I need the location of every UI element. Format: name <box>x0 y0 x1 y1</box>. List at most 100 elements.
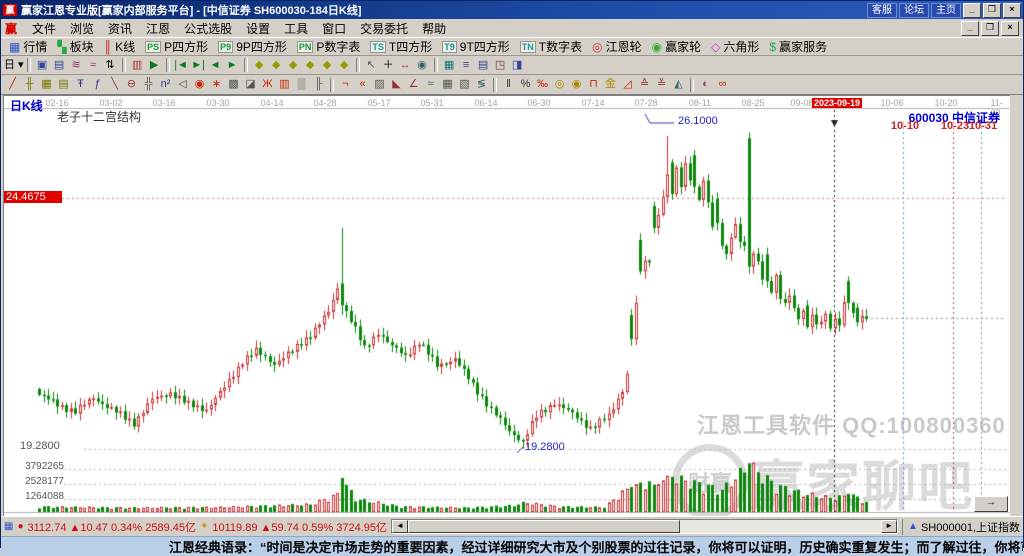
square-of-nine-icon[interactable]: n² <box>157 77 174 92</box>
kline-style-icon[interactable]: ▥ <box>129 58 146 73</box>
window-layout-icon[interactable]: ▣ <box>34 58 51 73</box>
p-square-button[interactable]: PS P四方形 <box>140 39 213 54</box>
pillar-tool-icon[interactable]: ‖ <box>500 77 517 92</box>
quotes-button[interactable]: ▦ 行情 <box>4 39 52 55</box>
percent-tool-icon[interactable]: % <box>517 77 534 92</box>
w-lines-icon[interactable]: Ж <box>259 77 276 92</box>
pen-tool-icon[interactable]: ╱ <box>4 77 21 92</box>
triangle-tool-icon[interactable]: ◣ <box>388 77 405 92</box>
gann-diamond-3-icon[interactable]: ◆ <box>285 58 302 73</box>
menu-item-5[interactable]: 设置 <box>239 19 277 38</box>
pen2-tool-icon[interactable]: ╲ <box>106 77 123 92</box>
kline-button[interactable]: ║ K线 <box>99 39 141 55</box>
last-bar-icon[interactable]: ►| <box>190 58 207 73</box>
dense-grid-icon[interactable]: ╬ <box>140 77 157 92</box>
shade-grid-icon[interactable]: ▒ <box>293 77 310 92</box>
gann-diamond-6-icon[interactable]: ◆ <box>336 58 353 73</box>
p9-square-button[interactable]: P9 9P四方形 <box>213 39 292 54</box>
angle-left-icon[interactable]: ◁ <box>174 77 191 92</box>
play-forward-icon[interactable]: ▶ <box>146 58 163 73</box>
diag-grid-icon[interactable]: ▨ <box>371 77 388 92</box>
hatch-tool-icon[interactable]: ▩ <box>225 77 242 92</box>
restore-button[interactable]: ❐ <box>983 2 1001 18</box>
crosshair-tool-icon[interactable]: ＋ <box>380 58 397 73</box>
gann-fan-icon[interactable]: ∗ <box>208 77 225 92</box>
menu-item-6[interactable]: 工具 <box>277 19 315 38</box>
minimize-button[interactable]: _ <box>963 2 981 18</box>
scrollbar-right-arrow[interactable]: ► <box>881 520 898 533</box>
export-tool-icon[interactable]: ◨ <box>509 58 526 73</box>
web-tool-icon[interactable]: ◉ <box>414 58 431 73</box>
calendar-tool-icon[interactable]: ▦ <box>441 58 458 73</box>
pointer-tool-icon[interactable]: ↖ <box>363 58 380 73</box>
kline-chart[interactable] <box>4 96 1010 516</box>
service-link[interactable]: 客服 <box>867 2 897 18</box>
scrollbar-left-arrow[interactable]: ◄ <box>391 520 408 533</box>
gold-circle-icon[interactable]: ◎ <box>551 77 568 92</box>
menu-item-2[interactable]: 资讯 <box>101 19 139 38</box>
half-square-icon[interactable]: ◪ <box>242 77 259 92</box>
gann-circle-icon[interactable]: ◉ <box>191 77 208 92</box>
menu-item-3[interactable]: 江恩 <box>139 19 177 38</box>
mdi-minimize-button[interactable]: _ <box>961 20 979 36</box>
permille-tool-icon[interactable]: ‰ <box>534 77 551 92</box>
t9-square-button[interactable]: T9 9T四方形 <box>437 39 515 54</box>
menu-item-0[interactable]: 文件 <box>25 19 63 38</box>
trend-view-icon[interactable]: ≈ <box>85 58 102 73</box>
mdi-restore-button[interactable]: ❐ <box>981 20 999 36</box>
up-triangle-icon[interactable]: ◭ <box>670 77 687 92</box>
calculator-tool-icon[interactable]: ≡ <box>458 58 475 73</box>
golden-section-icon[interactable]: 金 <box>602 77 619 92</box>
t-line-icon[interactable]: Ŧ <box>72 77 89 92</box>
arrow-set-icon[interactable]: « <box>354 77 371 92</box>
prev-bar-icon[interactable]: ◄ <box>207 58 224 73</box>
scrollbar-thumb[interactable] <box>407 520 680 533</box>
square9-icon[interactable]: ▤ <box>55 77 72 92</box>
red-grid-icon[interactable]: ▥ <box>276 77 293 92</box>
fence-tool-icon[interactable]: ╟ <box>310 77 327 92</box>
scale-toggle-icon[interactable]: ⇅ <box>102 58 119 73</box>
gann-grid-icon[interactable]: ╫ <box>21 77 38 92</box>
quote-panel-icon[interactable]: ▤ <box>51 58 68 73</box>
bridge-tool-icon[interactable]: ⊓ <box>585 77 602 92</box>
scroll-right-button[interactable]: → <box>974 496 1008 512</box>
f-line-icon[interactable]: ƒ <box>89 77 106 92</box>
menu-item-9[interactable]: 帮助 <box>415 19 453 38</box>
winner-wheel-button[interactable]: ◉ 赢家轮 <box>647 39 707 55</box>
gann-wheel-button[interactable]: ◎ 江恩轮 <box>587 39 647 55</box>
t-table-button[interactable]: TN T数字表 <box>515 39 587 54</box>
sectors-button[interactable]: ▚ 板块 <box>52 39 98 55</box>
ellipse-tool-icon[interactable]: ⊖ <box>123 77 140 92</box>
gann-diamond-2-icon[interactable]: ◆ <box>268 58 285 73</box>
menu-item-7[interactable]: 窗口 <box>315 19 353 38</box>
horizontal-scrollbar[interactable]: ◄ ► <box>390 519 899 534</box>
right-triangle-icon[interactable]: ◿ <box>619 77 636 92</box>
gann-diamond-1-icon[interactable]: ◆ <box>251 58 268 73</box>
infinity-icon[interactable]: ∞ <box>714 77 731 92</box>
zigzag-icon[interactable]: ≶ <box>473 77 490 92</box>
index1-quote[interactable]: 3112.74 ▲10.47 0.34% 2589.45亿 <box>28 519 196 535</box>
current-index-area[interactable]: ▲ SH000001,上证指数 <box>902 518 1020 535</box>
index2-quote[interactable]: 10119.89 ▲59.74 0.59% 3724.95亿 <box>212 519 387 535</box>
menu-item-1[interactable]: 浏览 <box>63 19 101 38</box>
taiji-icon[interactable]: ◐ <box>697 77 714 92</box>
equal-angle-icon[interactable]: ≚ <box>653 77 670 92</box>
close-button[interactable]: × <box>1003 2 1021 18</box>
menu-item-4[interactable]: 公式选股 <box>177 19 239 38</box>
wave-view-icon[interactable]: ≋ <box>68 58 85 73</box>
measure-tool-icon[interactable]: ↔ <box>397 58 414 73</box>
diag-grid2-icon[interactable]: ▧ <box>456 77 473 92</box>
grid-icon[interactable]: ▦ <box>4 521 13 532</box>
gold-circle2-icon[interactable]: ◉ <box>568 77 585 92</box>
square4-icon[interactable]: ▦ <box>38 77 55 92</box>
gann-diamond-4-icon[interactable]: ◆ <box>302 58 319 73</box>
t-square-button[interactable]: TS T四方形 <box>365 39 437 54</box>
menu-item-8[interactable]: 交易委托 <box>353 19 415 38</box>
angle-measure-icon[interactable]: ∠ <box>405 77 422 92</box>
wave-lines-icon[interactable]: ≈ <box>422 77 439 92</box>
period-selector[interactable]: 日 ▾ <box>4 58 24 73</box>
box-grid-icon[interactable]: ▦ <box>439 77 456 92</box>
next-bar-icon[interactable]: ► <box>224 58 241 73</box>
p-table-button[interactable]: PN P数字表 <box>292 39 366 54</box>
winner-service-button[interactable]: $ 赢家服务 <box>764 39 832 55</box>
